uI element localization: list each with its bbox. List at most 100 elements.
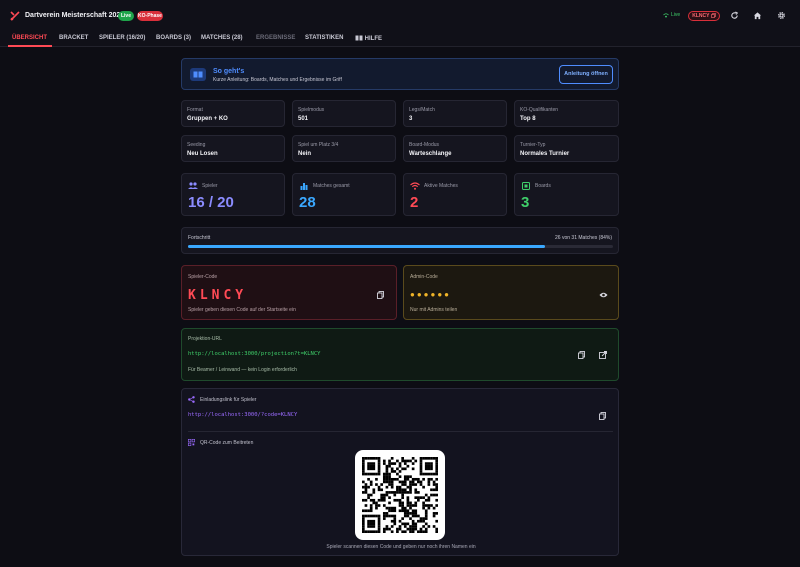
setting-card-spielmodus: Spielmodus 501 — [292, 100, 396, 127]
setting-card-turnier-typ: Turnier-Typ Normales Turnier — [514, 135, 619, 162]
stat-value: 3 — [521, 194, 530, 211]
tab-bracket[interactable]: BRACKET — [59, 35, 88, 41]
admin-code-card: Admin-Code ●●●●●● Nur mit Admins teilen — [403, 265, 619, 320]
bar-chart-icon — [300, 183, 308, 190]
wifi-icon — [410, 182, 420, 190]
active-tab-indicator — [8, 45, 52, 47]
stat-value: 28 — [299, 194, 316, 211]
setting-card-platz-3-4: Spiel um Platz 3/4 Nein — [292, 135, 396, 162]
live-status: Live — [663, 12, 680, 18]
setting-value: 3 — [409, 116, 413, 122]
stat-value: 2 — [410, 194, 419, 211]
tab-hilfe[interactable]: HILFE — [355, 35, 382, 42]
setting-label: Spielmodus — [298, 107, 325, 113]
player-code-hint: Spieler geben diesen Code auf der Starts… — [188, 307, 296, 313]
qr-code — [355, 450, 445, 540]
tab-boards[interactable]: BOARDS (3) — [156, 35, 191, 41]
setting-label: Format — [187, 107, 203, 113]
admin-code-masked: ●●●●●● — [410, 290, 451, 299]
stat-value: 16 / 20 — [188, 194, 234, 211]
copy-icon[interactable] — [599, 412, 606, 420]
tab-spieler[interactable]: SPIELER (16/20) — [99, 35, 145, 41]
home-icon[interactable] — [753, 11, 762, 20]
stat-label: Matches gesamt — [313, 183, 350, 189]
setting-label: Board-Modus — [409, 142, 440, 148]
live-badge: Live — [118, 11, 134, 21]
book-icon — [193, 71, 203, 78]
refresh-icon[interactable] — [730, 11, 739, 20]
setting-label: Legs/Match — [409, 107, 435, 113]
player-code-chip-label: KLNCY — [692, 13, 710, 19]
divider — [188, 431, 613, 432]
darts-logo-icon — [10, 11, 20, 21]
setting-label: Spiel um Platz 3/4 — [298, 142, 339, 148]
tab-matches[interactable]: MATCHES (28) — [201, 35, 243, 41]
progress-fill — [188, 245, 545, 248]
setting-card-format: Format Gruppen + KO — [181, 100, 285, 127]
invite-label: Einladungslink für Spieler — [200, 397, 257, 403]
users-icon — [188, 182, 198, 189]
stat-label: Aktive Matches — [424, 183, 458, 189]
admin-code-hint: Nur mit Admins teilen — [410, 307, 458, 313]
setting-value: Gruppen + KO — [187, 116, 228, 122]
setting-value: 501 — [298, 116, 309, 122]
board-icon — [522, 182, 530, 190]
phase-badge: KO-Phase — [137, 11, 163, 21]
invite-card: Einladungslink für Spieler http://localh… — [181, 388, 619, 556]
tab-statistiken[interactable]: STATISTIKEN — [305, 35, 343, 41]
progress-track — [188, 245, 613, 248]
stat-card-boards: Boards 3 — [514, 173, 619, 216]
live-status-label: Live — [671, 12, 681, 18]
progress-text: 26 von 31 Matches (84%) — [555, 235, 612, 241]
setting-card-board-modus: Board-Modus Warteschlange — [403, 135, 507, 162]
setting-card-ko-qualifikanten: KO-Qualifikanten Top 8 — [514, 100, 619, 127]
book-icon — [355, 35, 363, 41]
progress-card: Fortschritt 26 von 31 Matches (84%) — [181, 227, 619, 254]
top-bar: Dartverein Meisterschaft 2026 Live KO-Ph… — [0, 0, 800, 31]
projection-url[interactable]: http://localhost:3000/projection?t=KLNCY — [188, 351, 320, 357]
invite-url[interactable]: http://localhost:3000/?code=KLNCY — [188, 412, 297, 418]
setting-value: Top 8 — [520, 116, 536, 122]
nav-tabs: ÜBERSICHT BRACKET SPIELER (16/20) BOARDS… — [0, 31, 800, 47]
qr-code-matrix — [362, 457, 438, 533]
setting-value: Nein — [298, 151, 312, 157]
setting-value: Normales Turnier — [520, 151, 570, 157]
app-title: Dartverein Meisterschaft 2026 — [25, 12, 125, 19]
setting-label: KO-Qualifikanten — [520, 107, 559, 113]
guide-subtitle: Kurze Anleitung: Boards, Matches und Erg… — [213, 77, 342, 83]
setting-label: Seeding — [187, 142, 206, 148]
eye-icon[interactable] — [599, 292, 608, 298]
progress-label: Fortschritt — [188, 235, 211, 241]
projection-hint: Für Beamer / Leinwand — kein Login erfor… — [188, 367, 297, 373]
setting-value: Warteschlange — [409, 151, 452, 157]
guide-banner: So geht's Kurze Anleitung: Boards, Match… — [181, 58, 619, 90]
qr-icon — [188, 439, 195, 446]
player-code-label: Spieler-Code — [188, 274, 218, 280]
admin-code-label: Admin-Code — [410, 274, 438, 280]
setting-value: Neu Losen — [187, 151, 218, 157]
projection-card: Projektion-URL http://localhost:3000/pro… — [181, 328, 619, 381]
signal-icon — [663, 12, 669, 17]
setting-card-seeding: Seeding Neu Losen — [181, 135, 285, 162]
qr-hint: Spieler scannen diesen Code und geben nu… — [326, 544, 476, 550]
copy-icon[interactable] — [578, 351, 585, 359]
guide-title: So geht's — [213, 68, 245, 75]
projection-label: Projektion-URL — [188, 336, 222, 342]
open-guide-button[interactable]: Anleitung öffnen — [559, 65, 613, 84]
copy-icon[interactable] — [377, 291, 384, 299]
share-icon — [188, 396, 195, 403]
gear-icon[interactable] — [777, 11, 786, 20]
tab-uebersicht[interactable]: ÜBERSICHT — [12, 35, 47, 41]
tab-hilfe-label: HILFE — [364, 36, 383, 42]
stat-card-aktive-matches: Aktive Matches 2 — [403, 173, 507, 216]
stat-label: Spieler — [202, 183, 218, 189]
player-code-value: KLNCY — [188, 288, 248, 303]
open-external-icon[interactable] — [599, 351, 607, 359]
stat-card-matches: Matches gesamt 28 — [292, 173, 396, 216]
stat-card-spieler: Spieler 16 / 20 — [181, 173, 285, 216]
qr-label: QR-Code zum Beitreten — [200, 440, 254, 446]
tab-ergebnisse[interactable]: ERGEBNISSE — [256, 35, 295, 41]
guide-icon-box — [190, 68, 206, 81]
player-code-chip[interactable]: KLNCY — [688, 11, 720, 21]
copy-icon — [710, 13, 716, 18]
